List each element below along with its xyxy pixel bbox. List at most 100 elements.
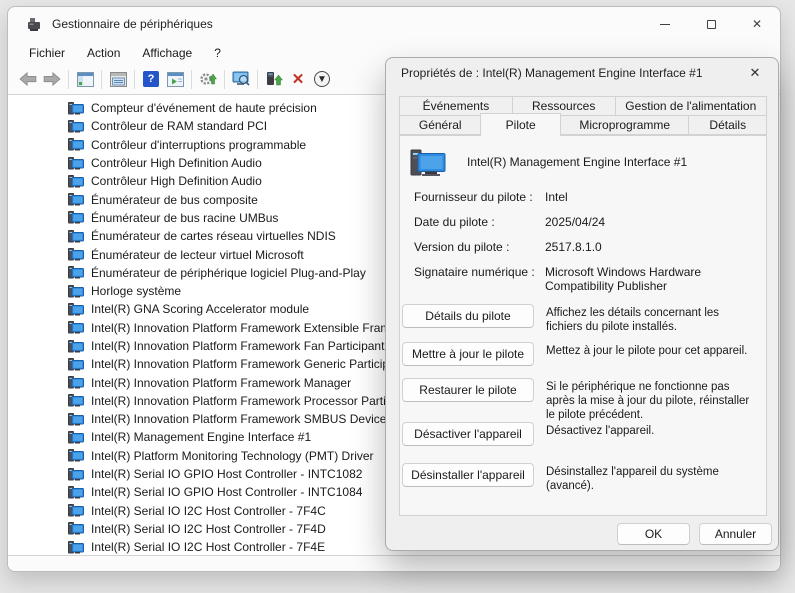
tree-item-label: Contrôleur de RAM standard PCI: [91, 119, 267, 133]
tab-general[interactable]: Général: [399, 115, 481, 135]
remote-screen-icon: [232, 71, 250, 87]
tree-item-label: Contrôleur High Definition Audio: [91, 174, 262, 188]
ok-button[interactable]: OK: [617, 523, 690, 545]
scan-hardware-changes-icon: [199, 71, 217, 87]
toolbar-separator: [257, 70, 258, 89]
tree-item-label: Intel(R) Serial IO I2C Host Controller -…: [91, 504, 326, 518]
menu-item[interactable]: Action: [76, 43, 131, 63]
dialog-close-button[interactable]: ✕: [740, 60, 770, 86]
tree-item-label: Énumérateur de lecteur virtuel Microsoft: [91, 248, 304, 262]
close-icon: ✕: [752, 18, 762, 30]
cancel-button[interactable]: Annuler: [699, 523, 772, 545]
maximize-icon: [707, 20, 716, 29]
field-row: Signataire numérique : Microsoft Windows…: [414, 265, 758, 293]
toolbar-separator: [191, 70, 192, 89]
tree-item-label: Compteur d'événement de haute précision: [91, 101, 317, 115]
tab-pilote[interactable]: Pilote: [480, 113, 560, 136]
device-icon: [68, 394, 84, 407]
tree-item-label: Intel(R) Innovation Platform Framework G…: [91, 357, 406, 371]
menu-item[interactable]: ?: [203, 43, 232, 63]
properties-dialog: Propriétés de : Intel(R) Management Engi…: [385, 57, 779, 551]
field-row: Date du pilote : 2025/04/24: [414, 215, 758, 229]
driver-details-button[interactable]: Détails du pilote: [402, 304, 534, 328]
dialog-footer: OK Annuler: [386, 517, 778, 550]
action-row: Désactiver l'appareil Désactivez l'appar…: [402, 422, 758, 446]
tree-item-label: Horloge système: [91, 284, 181, 298]
device-header: Intel(R) Management Engine Interface #1: [410, 148, 758, 178]
device-icon-large: [410, 148, 446, 178]
device-icon: [68, 486, 84, 499]
close-icon: ✕: [750, 65, 761, 81]
field-label: Date du pilote :: [414, 215, 545, 229]
field-value: 2517.8.1.0: [545, 240, 758, 254]
minimize-button[interactable]: [642, 7, 688, 41]
tab-details[interactable]: Détails: [688, 115, 767, 135]
device-icon: [68, 193, 84, 206]
tree-item-label: Intel(R) Platform Monitoring Technology …: [91, 449, 374, 463]
close-button[interactable]: ✕: [734, 7, 780, 41]
update-driver-icon: [265, 71, 283, 87]
tab-microprogramme[interactable]: Microprogramme: [560, 115, 690, 135]
forward-button[interactable]: [40, 67, 64, 91]
minimize-icon: [660, 24, 670, 25]
driver-tab-page: Intel(R) Management Engine Interface #1 …: [399, 135, 767, 516]
device-icon: [68, 449, 84, 462]
device-icon: [68, 285, 84, 298]
device-icon: [68, 340, 84, 353]
device-icon: [68, 175, 84, 188]
menu-item[interactable]: Fichier: [18, 43, 76, 63]
disable-device-button-dialog[interactable]: Désactiver l'appareil: [402, 422, 534, 446]
uninstall-device-button[interactable]: ✕: [286, 67, 310, 91]
toolbar-separator: [224, 70, 225, 89]
action-row: Désinstaller l'appareil Désinstallez l'a…: [402, 463, 758, 493]
roll-back-driver-button[interactable]: Restaurer le pilote: [402, 378, 534, 402]
remote-screen-button[interactable]: [229, 67, 253, 91]
action-row: Mettre à jour le pilote Mettez à jour le…: [402, 342, 758, 366]
export-list-button[interactable]: [106, 67, 130, 91]
device-icon: [68, 321, 84, 334]
device-icon: [68, 102, 84, 115]
device-icon: [68, 541, 84, 554]
tree-item-label: Intel(R) Innovation Platform Framework F…: [91, 339, 384, 353]
update-driver-button[interactable]: [262, 67, 286, 91]
back-icon: [19, 72, 37, 86]
tree-item-label: Intel(R) Serial IO GPIO Host Controller …: [91, 485, 362, 499]
field-label: Fournisseur du pilote :: [414, 190, 545, 204]
device-icon: [68, 303, 84, 316]
device-icon: [68, 504, 84, 517]
properties-icon: [167, 72, 184, 87]
action-row: Détails du pilote Affichez les détails c…: [402, 304, 758, 334]
update-driver-button-dialog[interactable]: Mettre à jour le pilote: [402, 342, 534, 366]
properties-button[interactable]: [163, 67, 187, 91]
scan-hardware-changes-button[interactable]: [196, 67, 220, 91]
help-button[interactable]: ?: [139, 67, 163, 91]
toolbar-separator: [68, 70, 69, 89]
maximize-button[interactable]: [688, 7, 734, 41]
device-icon: [68, 157, 84, 170]
uninstall-device-button-dialog[interactable]: Désinstaller l'appareil: [402, 463, 534, 487]
device-icon: [68, 358, 84, 371]
field-value: Intel: [545, 190, 758, 204]
device-icon: [68, 120, 84, 133]
toolbar-separator: [101, 70, 102, 89]
uninstall-device-icon: ✕: [292, 70, 305, 88]
back-button[interactable]: [16, 67, 40, 91]
dialog-title: Propriétés de : Intel(R) Management Engi…: [401, 66, 703, 80]
tree-item-label: Intel(R) GNA Scoring Accelerator module: [91, 302, 309, 316]
tree-item-label: Contrôleur d'interruptions programmable: [91, 138, 306, 152]
tree-item-label: Intel(R) Innovation Platform Framework E…: [91, 321, 422, 335]
disable-device-button[interactable]: ▼: [310, 67, 334, 91]
show-console-tree-button[interactable]: [73, 67, 97, 91]
dialog-tabs: Événements Ressources Gestion de l'alime…: [399, 96, 767, 135]
tree-item-label: Contrôleur High Definition Audio: [91, 156, 262, 170]
menu-item[interactable]: Affichage: [131, 43, 203, 63]
window-bottom-strip: [8, 556, 780, 571]
device-icon: [68, 230, 84, 243]
device-icon: [68, 211, 84, 224]
driver-actions: Détails du pilote Affichez les détails c…: [402, 304, 758, 493]
tab-gestion-alimentation[interactable]: Gestion de l'alimentation: [615, 96, 767, 116]
device-icon: [68, 138, 84, 151]
export-list-icon: [110, 72, 127, 87]
tree-item-label: Énumérateur de périphérique logiciel Plu…: [91, 266, 366, 280]
field-label: Version du pilote :: [414, 240, 545, 254]
